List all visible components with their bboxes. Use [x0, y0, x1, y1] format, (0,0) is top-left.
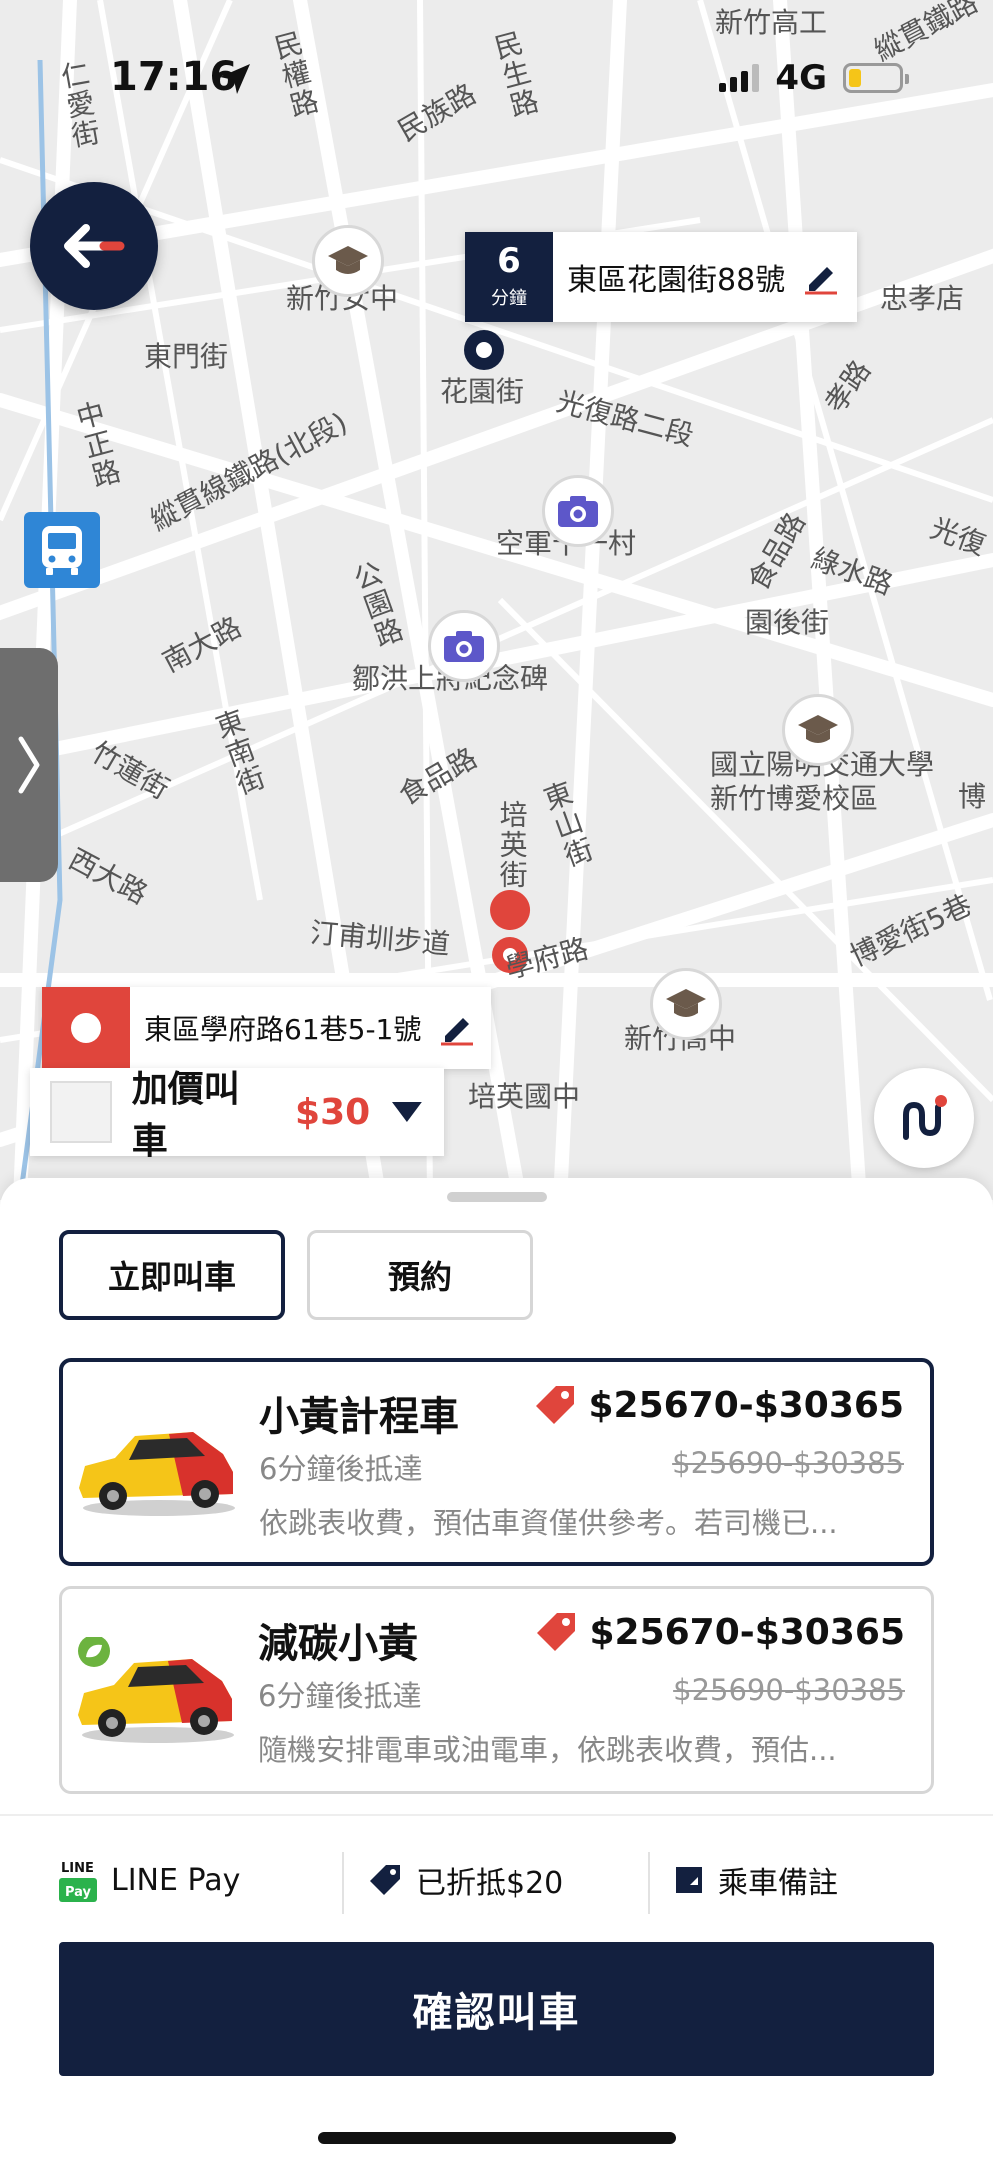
eco-taxi-car-icon	[78, 1637, 234, 1743]
divider	[342, 1852, 344, 1914]
payment-row: LINE Pay LINE Pay 已折抵$20 乘車備註	[0, 1814, 993, 1948]
tab-reserve[interactable]: 預約	[307, 1230, 533, 1320]
ride-option[interactable]: 減碳小黃 6分鐘後抵達 隨機安排電車或油電車，依跳表收費，預估... $2567…	[59, 1586, 934, 1794]
network-label: 4G	[775, 58, 827, 98]
back-arrow-icon	[64, 224, 125, 268]
surcharge-label: 加價叫車	[131, 1069, 240, 1162]
camera-icon[interactable]	[428, 610, 500, 682]
ride-eta: 6分鐘後抵達	[258, 1679, 422, 1713]
ride-description: 隨機安排電車或油電車，依跳表收費，預估...	[258, 1733, 837, 1767]
discount-label: 已折抵$20	[416, 1866, 564, 1901]
camera-icon[interactable]	[542, 475, 614, 547]
svg-text:Pay: Pay	[65, 1885, 92, 1900]
confirm-ride-button[interactable]: 確認叫車	[59, 1942, 934, 2076]
bus-icon	[42, 526, 82, 575]
school-icon[interactable]	[650, 968, 722, 1040]
ride-option[interactable]: 小黃計程車 6分鐘後抵達 依跳表收費，預估車資僅供參考。若司機已... $256…	[59, 1358, 934, 1566]
surcharge-card[interactable]: 加價叫車 $30	[30, 1068, 444, 1162]
map-label: 園後街	[745, 606, 830, 639]
edit-pencil-icon[interactable]	[803, 259, 839, 295]
location-arrow-icon	[220, 64, 250, 94]
ride-eta: 6分鐘後抵達	[259, 1452, 423, 1486]
route-button[interactable]	[874, 1068, 974, 1168]
destination-address: 東區花園街88號	[567, 263, 786, 298]
eta-minutes: 6	[497, 241, 521, 281]
ride-note[interactable]: 乘車備註	[674, 1858, 838, 1902]
ride-note-label: 乘車備註	[718, 1866, 838, 1901]
back-button[interactable]	[30, 182, 158, 310]
ride-original-price: $25690-$30385	[673, 1673, 905, 1707]
ride-original-price: $25690-$30385	[672, 1446, 904, 1480]
map-label: 博	[958, 780, 987, 813]
home-indicator	[318, 2132, 676, 2144]
side-drawer-handle[interactable]	[0, 648, 58, 882]
ride-name: 減碳小黃	[258, 1621, 418, 1667]
map-label: 東門街	[144, 340, 229, 373]
school-icon[interactable]	[782, 694, 854, 766]
ride-name: 小黃計程車	[259, 1394, 459, 1440]
route-icon	[903, 1095, 947, 1140]
battery-icon	[843, 63, 909, 93]
bus-stop-button[interactable]	[24, 512, 100, 588]
sheet-grabber[interactable]	[447, 1192, 547, 1202]
bottom-sheet: 立即叫車 預約 小黃計程車 6分鐘後抵達 依跳表收費，預估車資僅供參考。若司機已…	[0, 1178, 993, 2160]
map-label: 培英街	[495, 800, 529, 890]
map-label: 培英國中	[468, 1080, 581, 1113]
tab-ride-now[interactable]: 立即叫車	[59, 1230, 285, 1320]
origin-address: 東區學府路61巷5-1號	[144, 1013, 422, 1046]
school-icon[interactable]	[312, 225, 384, 297]
line-pay-icon: LINE Pay	[59, 1861, 97, 1902]
discount-tag-icon	[537, 1613, 576, 1651]
status-bar: 17:16 4G	[0, 0, 993, 160]
discount-tag-icon	[536, 1386, 575, 1424]
ride-description: 依跳表收費，預估車資僅供參考。若司機已...	[259, 1506, 838, 1540]
tag-icon	[370, 1865, 400, 1895]
signal-icon	[719, 64, 760, 92]
taxi-car-icon	[79, 1424, 235, 1516]
ride-price: $25670-$30365	[588, 1384, 904, 1426]
surcharge-checkbox[interactable]	[50, 1081, 112, 1143]
chevron-right-icon	[18, 736, 40, 794]
destination-card[interactable]: 6 分鐘 東區花園街88號	[465, 232, 858, 322]
edit-pencil-icon[interactable]	[439, 1010, 475, 1046]
origin-card[interactable]: 東區學府路61巷5-1號	[42, 987, 492, 1069]
divider	[648, 1852, 650, 1914]
payment-method[interactable]: LINE Pay LINE Pay	[59, 1858, 240, 1902]
origin-marker-icon	[42, 987, 130, 1069]
note-icon	[676, 1867, 702, 1893]
ride-price: $25670-$30365	[589, 1611, 905, 1653]
line-pay-logo: LINE	[61, 1861, 94, 1876]
app-root: 新竹高工 縱貫鐵路 民權路 民族路 民生路 仁愛街 新竹女中 東門街 中正路 縱…	[0, 0, 993, 2160]
surcharge-amount: $30	[295, 1091, 371, 1133]
eta-box: 6 分鐘	[465, 232, 553, 322]
payment-method-label: LINE Pay	[111, 1862, 241, 1898]
status-right: 4G	[719, 58, 909, 98]
map-label: 花園街	[440, 375, 525, 408]
dropdown-triangle-icon[interactable]	[390, 1100, 424, 1124]
map-label: 忠孝店	[880, 282, 965, 315]
eta-unit: 分鐘	[491, 288, 527, 309]
discount-info[interactable]: 已折抵$20	[368, 1858, 563, 1902]
